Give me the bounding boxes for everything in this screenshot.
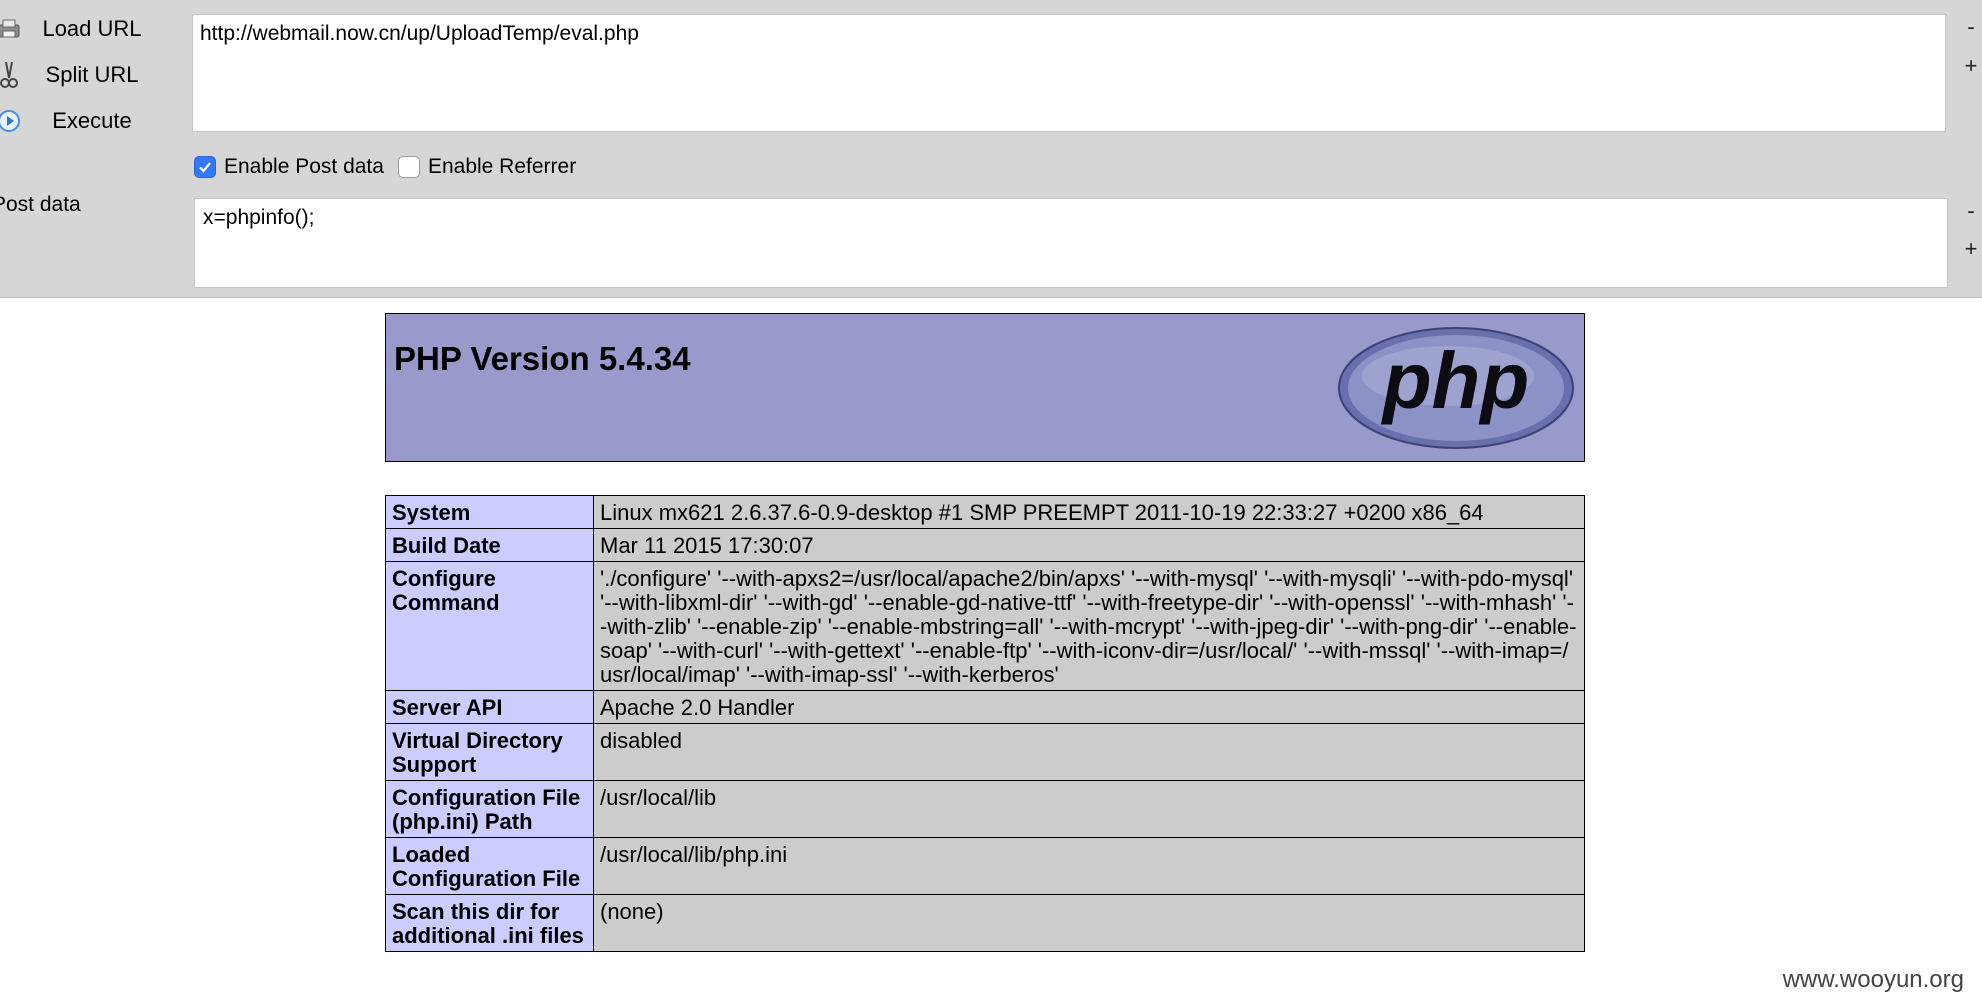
row-key: Scan this dir for additional .ini files [385,894,594,952]
split-url-button[interactable]: Split URL [0,54,190,96]
execute-label: Execute [52,108,132,133]
post-data-label: Post data [0,193,81,216]
row-key: Loaded Configuration File [385,837,594,895]
post-grow-button[interactable]: + [1960,236,1982,262]
enable-referrer-checkbox[interactable] [397,156,420,178]
execute-button[interactable]: Execute [0,100,190,142]
table-row: Scan this dir for additional .ini files(… [385,894,1585,952]
url-shrink-button[interactable]: - [1960,14,1982,40]
load-url-label: Load URL [42,16,142,41]
post-data-input[interactable]: x=phpinfo(); [194,198,1948,288]
table-row: Build Date Mar 11 2015 17:30:07 [385,528,1585,562]
row-key: Configuration File (php.ini) Path [385,780,594,838]
table-row: System Linux mx621 2.6.37.6-0.9-desktop #… [385,495,1585,529]
table-row: Configuration File (php.ini) Path/usr/lo… [385,780,1585,838]
watermark: www.wooyun.org [1782,966,1964,993]
table-row: Configure Command './configure' '--with-a… [385,561,1585,691]
url-grow-button[interactable]: + [1960,53,1982,79]
row-key: Configure Command [385,561,594,691]
php-version-header: PHP Version 5.4.34 php [385,313,1585,462]
checkmark-icon [199,162,211,173]
load-url-button[interactable]: Load URL [0,8,190,50]
options-row: Enable Post data Enable Referrer [194,152,576,182]
row-value: Mar 11 2015 17:30:07 [593,528,1585,562]
row-value: disabled [593,723,1585,781]
scissors-icon [0,60,22,90]
enable-referrer-label[interactable]: Enable Referrer [428,155,576,179]
php-logo: php [1338,327,1574,449]
url-input[interactable]: http://webmail.now.cn/up/UploadTemp/eval… [192,14,1946,132]
enable-post-checkbox[interactable] [194,156,216,178]
row-value: './configure' '--with-apxs2=/usr/local/a… [593,561,1585,691]
split-url-label: Split URL [45,62,139,87]
row-value: /usr/local/lib/php.ini [593,837,1585,895]
php-version-title: PHP Version 5.4.34 [394,340,691,377]
row-key: Build Date [385,528,594,562]
hackbar-toolbar: Load URL Split URL Execute http://webmai… [0,0,1982,298]
row-value: /usr/local/lib [593,780,1585,838]
row-value: Apache 2.0 Handler [593,690,1585,724]
play-icon [0,106,22,136]
enable-post-label[interactable]: Enable Post data [224,155,384,179]
table-row: Loaded Configuration File/usr/local/lib/… [385,837,1585,895]
row-value: Linux mx621 2.6.37.6-0.9-desktop #1 SMP … [593,495,1585,529]
row-key: System [385,495,594,529]
browser-page: Load URL Split URL Execute http://webmai… [0,0,1982,1008]
svg-text:php: php [1381,336,1530,425]
row-key: Virtual Directory Support [385,723,594,781]
load-url-icon [0,14,22,44]
table-row: Virtual Directory Support disabled [385,723,1585,781]
row-key: Server API [385,690,594,724]
php-info-table: System Linux mx621 2.6.37.6-0.9-desktop #… [385,495,1585,952]
post-shrink-button[interactable]: - [1960,198,1982,224]
table-row: Server API Apache 2.0 Handler [385,690,1585,724]
row-value: (none) [593,894,1585,952]
